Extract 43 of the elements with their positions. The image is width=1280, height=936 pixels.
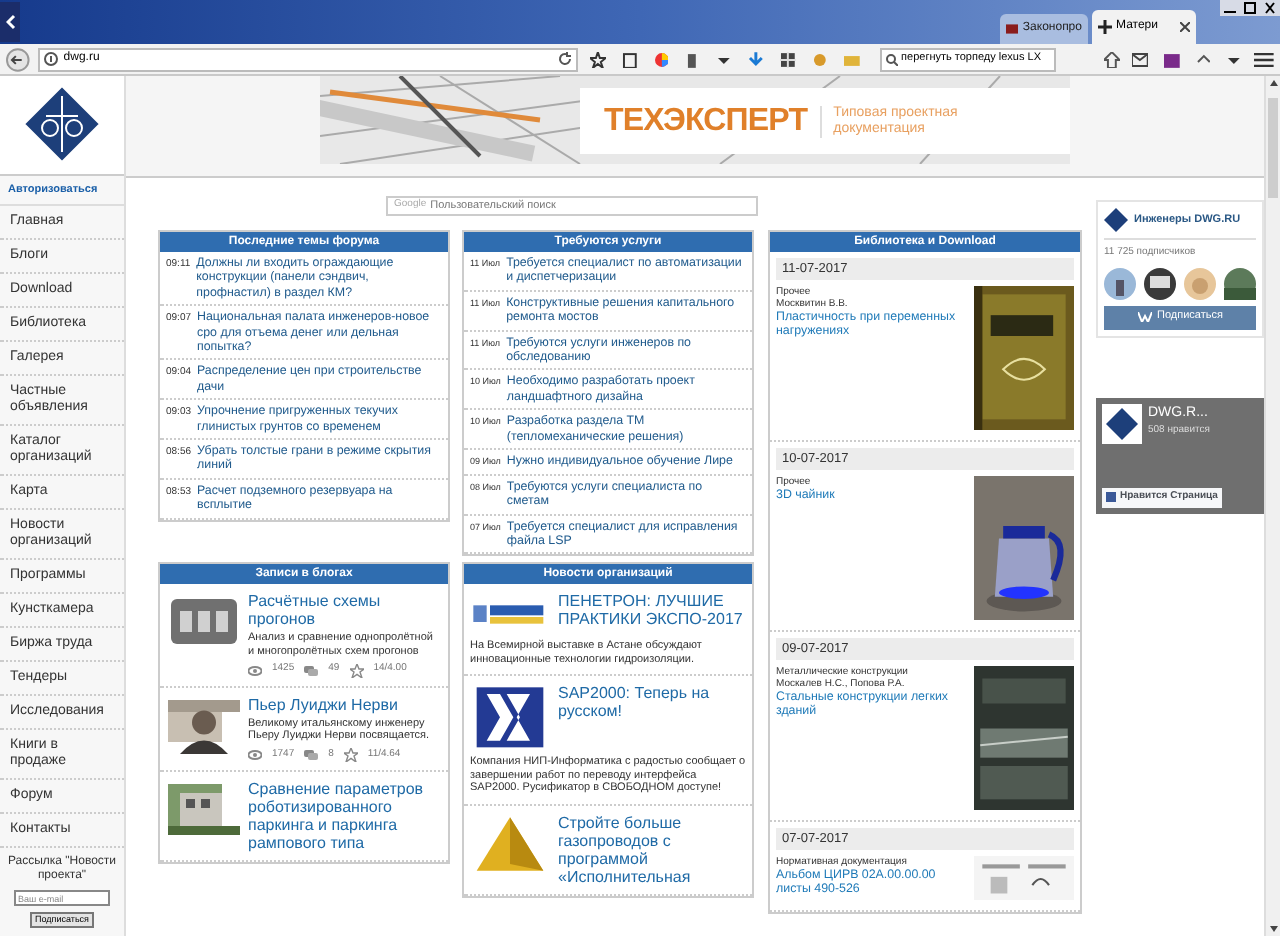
news-title[interactable]: SAP2000: Теперь на русском! [558, 684, 746, 721]
menu-icon[interactable] [1254, 51, 1275, 67]
post-title[interactable]: Сравнение параметров роботизированного паркинга и паркинга рампового типа [248, 780, 440, 853]
post-title[interactable]: Пьер Луиджи Нерви [248, 695, 440, 714]
brand-name: ТЕХЭКСПЕРТ [604, 101, 808, 141]
minimize-icon[interactable] [1220, 0, 1240, 16]
star-icon [343, 748, 358, 763]
avatar[interactable] [1144, 267, 1176, 299]
news-title[interactable]: Стройте больше газопроводов с программой «Исполнительная [558, 813, 746, 886]
star-icon[interactable] [589, 51, 606, 67]
maximize-icon[interactable] [1240, 0, 1260, 16]
comments-icon [304, 750, 319, 761]
news-title[interactable]: ПЕНЕТРОН: ЛУЧШИЕ ПРАКТИКИ ЭКСПО-2017 [558, 592, 746, 629]
group-logo[interactable] [1104, 208, 1128, 232]
search-icon [885, 53, 898, 65]
avatar[interactable] [1104, 267, 1136, 299]
eye-icon [248, 665, 262, 676]
back-icon[interactable] [6, 47, 30, 71]
star-icon [349, 663, 364, 678]
site-icon [1006, 22, 1019, 36]
info-icon[interactable] [43, 52, 58, 66]
scrollbar[interactable] [1264, 76, 1280, 936]
tab-scroll-button[interactable] [0, 2, 20, 42]
eye-icon [248, 750, 262, 761]
comments-icon [304, 665, 319, 676]
site-icon [1098, 20, 1112, 34]
color-wheel-icon[interactable] [653, 51, 669, 67]
clipboard-icon[interactable] [621, 51, 638, 67]
close-icon[interactable] [1260, 0, 1280, 16]
chevron-left-icon [5, 14, 15, 30]
post-title[interactable]: Расчётные схемы прогонов [248, 592, 440, 629]
scroll-down-icon[interactable] [1266, 920, 1280, 936]
download-icon[interactable] [748, 51, 764, 67]
close-icon[interactable] [1180, 22, 1190, 32]
avatar[interactable] [1224, 267, 1256, 299]
page-logo[interactable] [1102, 403, 1142, 443]
facebook-icon [1106, 492, 1116, 502]
mail-icon[interactable] [1131, 51, 1148, 67]
site-logo[interactable] [22, 84, 102, 165]
reload-icon[interactable] [557, 52, 572, 66]
home-icon[interactable] [1104, 51, 1120, 67]
scrollbar-thumb[interactable] [1268, 98, 1278, 198]
grid-icon[interactable] [779, 51, 796, 67]
